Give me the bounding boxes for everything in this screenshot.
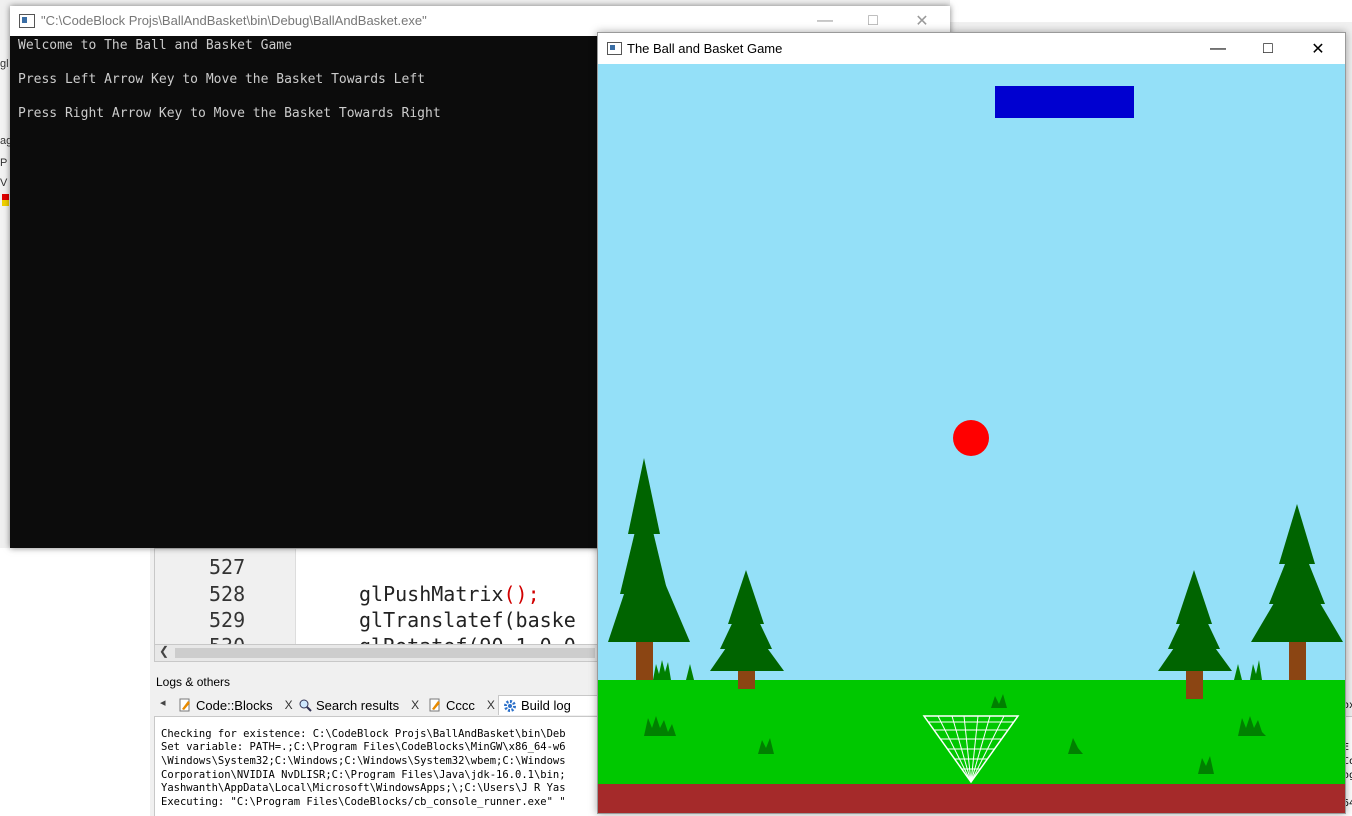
log-line: Yashwanth\AppData\Local\Microsoft\Window…	[161, 782, 566, 794]
maximize-button[interactable]: □	[1243, 33, 1293, 64]
tab-label: Build log	[521, 698, 571, 713]
grass-field	[598, 680, 1345, 784]
desktop-area	[0, 548, 150, 816]
tree-trunk	[738, 669, 755, 689]
sky	[598, 64, 1345, 680]
document-pencil-icon	[178, 698, 192, 712]
tab-search-results[interactable]: Search results X	[294, 695, 423, 715]
close-button[interactable]: ✕	[1293, 33, 1343, 64]
tab-label: Code::Blocks	[196, 697, 273, 713]
scrollbar-thumb[interactable]	[175, 648, 595, 658]
minimize-button[interactable]: —	[1193, 33, 1243, 64]
tab-label: Cccc	[446, 697, 475, 713]
line-number-gutter: 527 528 529 530	[155, 549, 296, 645]
game-titlebar[interactable]: The Ball and Basket Game — □ ✕	[598, 33, 1345, 64]
game-window-title: The Ball and Basket Game	[627, 41, 783, 56]
line-number: 527	[209, 555, 246, 579]
ground-strip	[598, 784, 1345, 813]
game-window[interactable]: The Ball and Basket Game — □ ✕	[597, 32, 1346, 814]
log-line: Checking for existence: C:\CodeBlock Pro…	[161, 728, 566, 740]
gear-icon	[503, 699, 517, 713]
strip-fragment: gl	[0, 58, 9, 70]
editor-horizontal-scrollbar[interactable]: ❮	[154, 644, 600, 662]
paddle-block	[995, 86, 1134, 118]
magnifier-icon	[298, 698, 312, 712]
tabs-scroll-left-icon[interactable]: ◂	[160, 696, 166, 709]
document-pencil-icon	[428, 698, 442, 712]
log-line: Corporation\NVIDIA NvDLISR;C:\Program Fi…	[161, 769, 566, 781]
tab-close-icon[interactable]: X	[411, 698, 419, 712]
desktop-area	[950, 0, 1352, 22]
code-punctuation: ();	[503, 582, 540, 606]
code-line: glPushMatrix();	[359, 582, 540, 606]
log-line: Executing: "C:\Program Files\CodeBlocks/…	[161, 796, 566, 808]
game-app-icon	[607, 42, 622, 55]
console-line: Press Left Arrow Key to Move the Basket …	[18, 72, 425, 87]
console-line: Welcome to The Ball and Basket Game	[18, 38, 292, 53]
strip-fragment: P	[0, 157, 8, 169]
code-line: glTranslatef(baske	[359, 608, 576, 632]
console-window-title: "C:\CodeBlock Projs\BallAndBasket\bin\De…	[41, 13, 427, 28]
tree-trunk	[1186, 669, 1203, 699]
tree-trunk	[636, 642, 653, 680]
log-line: \Windows\System32;C:\Windows;C:\Windows\…	[161, 755, 566, 767]
tab-label: Search results	[316, 697, 400, 713]
tab-close-icon[interactable]: X	[487, 698, 495, 712]
ball	[953, 420, 989, 456]
tab-build-log[interactable]: Build log	[498, 695, 598, 715]
line-number: 528	[209, 582, 246, 606]
strip-fragment: ag	[0, 135, 10, 147]
line-number: 529	[209, 608, 246, 632]
logs-panel-title: Logs & others	[156, 675, 231, 689]
console-app-icon	[19, 14, 35, 28]
tab-cccc[interactable]: Cccc X	[424, 695, 499, 715]
tab-close-icon[interactable]: X	[285, 698, 293, 712]
tab-codeblocks[interactable]: Code::Blocks X	[174, 695, 297, 715]
tree-trunk	[1289, 642, 1306, 680]
code-editor[interactable]: 527 528 529 530 glPushMatrix(); glTransl…	[154, 548, 600, 646]
console-line: Press Right Arrow Key to Move the Basket…	[18, 106, 441, 121]
game-canvas[interactable]	[598, 64, 1345, 813]
scroll-left-icon[interactable]: ❮	[159, 644, 169, 658]
strip-fragment: V	[0, 177, 8, 189]
yellow-marker-icon	[2, 200, 9, 206]
log-line: Set variable: PATH=.;C:\Program Files\Co…	[161, 741, 566, 753]
